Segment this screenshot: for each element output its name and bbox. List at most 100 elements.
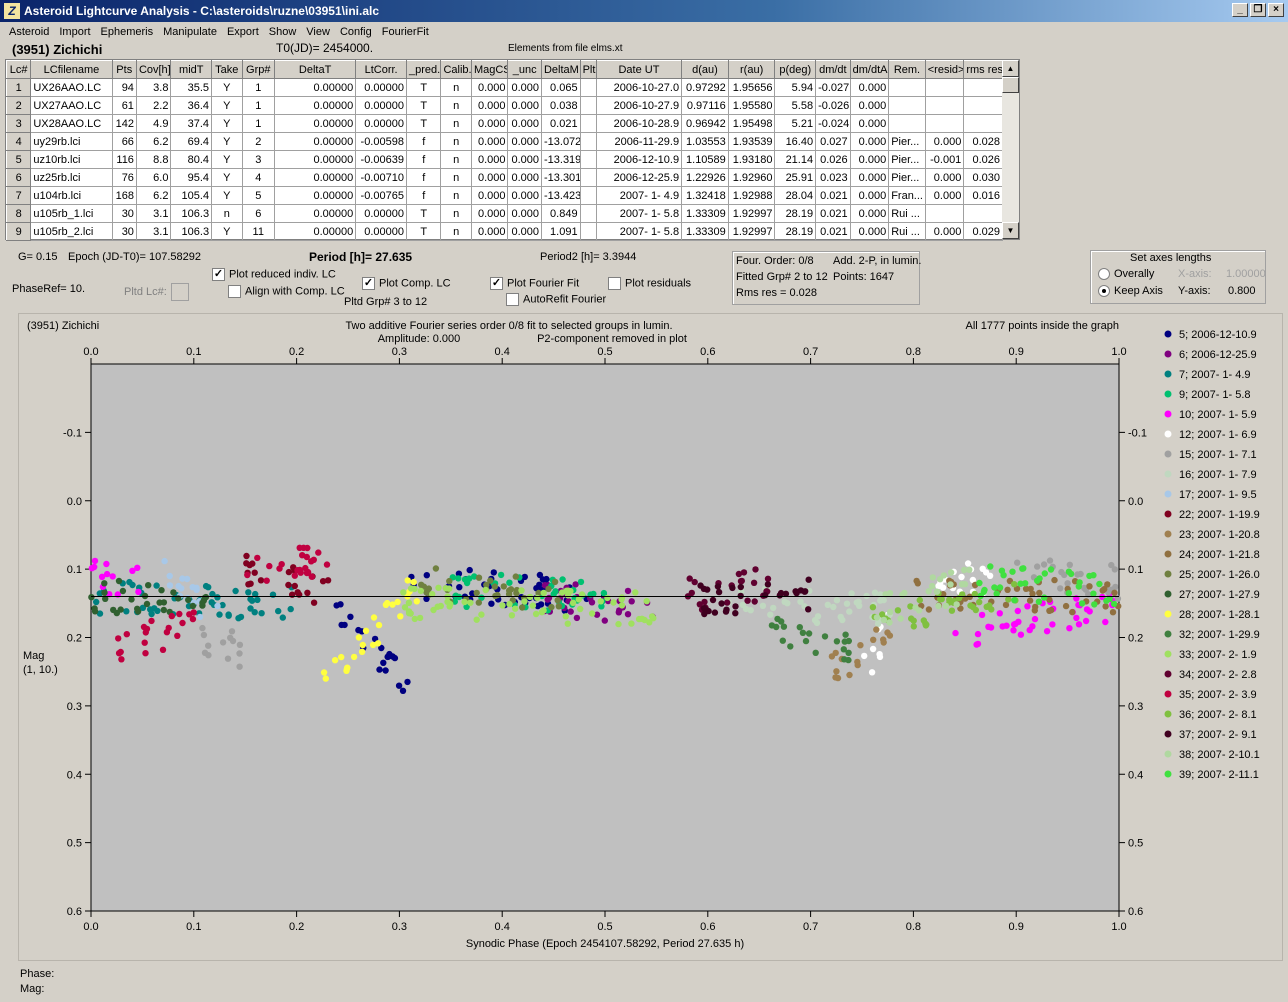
- table-cell[interactable]: 0.97292: [681, 78, 729, 97]
- y-axis-value[interactable]: 0.800: [1228, 285, 1256, 297]
- x-axis-value[interactable]: 1.00000: [1226, 268, 1266, 280]
- table-cell[interactable]: 25.91: [774, 168, 817, 187]
- table-cell[interactable]: 0.000: [470, 114, 509, 133]
- table-cell[interactable]: u104rb.lci: [30, 186, 113, 205]
- phaseref-label[interactable]: PhaseRef= 10.: [12, 283, 85, 295]
- table-cell[interactable]: 5.21: [774, 114, 817, 133]
- table-cell[interactable]: [924, 96, 965, 115]
- table-cell[interactable]: [924, 78, 965, 97]
- table-cell[interactable]: 80.4: [170, 150, 213, 169]
- table-cell[interactable]: 0.000: [849, 96, 890, 115]
- table-cell[interactable]: 0.00000: [355, 114, 407, 133]
- table-cell[interactable]: -13.319: [540, 150, 581, 169]
- table-cell[interactable]: 0.000: [507, 186, 542, 205]
- table-cell[interactable]: 1.95580: [727, 96, 776, 115]
- table-cell[interactable]: Fran...: [888, 186, 926, 205]
- table-cell[interactable]: -0.00598: [355, 132, 407, 151]
- autorefit-checkbox[interactable]: AutoRefit Fourier: [506, 293, 606, 306]
- menu-import[interactable]: Import: [54, 26, 95, 38]
- scroll-thumb[interactable]: [1002, 77, 1019, 93]
- table-cell[interactable]: 0.000: [849, 204, 890, 223]
- table-cell[interactable]: 61: [111, 96, 137, 115]
- table-cell[interactable]: 21.14: [774, 150, 817, 169]
- table-cell[interactable]: 1.32418: [681, 186, 729, 205]
- table-cell[interactable]: -0.001: [924, 150, 965, 169]
- table-cell[interactable]: 0.000: [470, 186, 509, 205]
- table-cell[interactable]: n: [440, 222, 472, 241]
- table-cell[interactable]: 1.92988: [727, 186, 776, 205]
- table-cell[interactable]: -0.00710: [355, 168, 407, 187]
- table-cell[interactable]: [579, 114, 597, 133]
- table-cell[interactable]: T: [405, 114, 442, 133]
- table-cell[interactable]: 0.00000: [273, 186, 357, 205]
- column-header[interactable]: MagCS: [470, 60, 509, 79]
- table-cell[interactable]: -13.301: [540, 168, 581, 187]
- table-cell[interactable]: 0.000: [507, 204, 542, 223]
- restore-button[interactable]: ❐: [1250, 3, 1266, 17]
- table-cell[interactable]: 0.00000: [273, 132, 357, 151]
- column-header[interactable]: DeltaT: [273, 60, 357, 79]
- table-cell[interactable]: 0.000: [924, 222, 965, 241]
- table-cell[interactable]: [924, 114, 965, 133]
- column-header[interactable]: midT: [170, 60, 213, 79]
- table-cell[interactable]: f: [405, 168, 442, 187]
- table-cell[interactable]: Pier...: [888, 132, 926, 151]
- column-header[interactable]: LtCorr.: [355, 60, 407, 79]
- table-cell[interactable]: Pier...: [888, 168, 926, 187]
- table-cell[interactable]: 1: [5, 78, 32, 97]
- table-cell[interactable]: 5.58: [774, 96, 817, 115]
- table-cell[interactable]: f: [405, 186, 442, 205]
- table-cell[interactable]: 2006-10-28.9: [595, 114, 683, 133]
- table-cell[interactable]: 1.33309: [681, 204, 729, 223]
- table-cell[interactable]: [963, 114, 1003, 133]
- table-cell[interactable]: 0.000: [507, 150, 542, 169]
- table-cell[interactable]: 106.3: [170, 222, 213, 241]
- period2-label[interactable]: Period2 [h]= 3.3944: [540, 251, 636, 263]
- table-cell[interactable]: 8.8: [135, 150, 172, 169]
- table-cell[interactable]: 28.19: [774, 222, 817, 241]
- checkbox-icon[interactable]: ✓: [362, 277, 375, 290]
- table-cell[interactable]: 0.849: [540, 204, 581, 223]
- pltd-lc-spinner[interactable]: [171, 283, 189, 301]
- table-cell[interactable]: [924, 204, 965, 223]
- checkbox-icon[interactable]: [228, 285, 241, 298]
- table-cell[interactable]: -0.026: [815, 96, 851, 115]
- table-cell[interactable]: 1.95498: [727, 114, 776, 133]
- table-cell[interactable]: 1.92997: [727, 204, 776, 223]
- table-cell[interactable]: [579, 150, 597, 169]
- table-cell[interactable]: 28.19: [774, 204, 817, 223]
- table-cell[interactable]: 0.00000: [273, 168, 357, 187]
- table-cell[interactable]: 0.000: [507, 168, 542, 187]
- column-header[interactable]: Take: [211, 60, 243, 79]
- table-row[interactable]: 7 u104rb.lci 168 6.2 105.4 Y 5 0.00000 -0.00765 f…: [5, 186, 1003, 205]
- column-header[interactable]: d(au): [681, 60, 729, 79]
- table-cell[interactable]: Y: [211, 114, 243, 133]
- table-cell[interactable]: n: [440, 168, 472, 187]
- table-cell[interactable]: [579, 132, 597, 151]
- column-header[interactable]: Lc#: [5, 60, 32, 79]
- table-cell[interactable]: 106.3: [170, 204, 213, 223]
- table-cell[interactable]: 2006-10-27.9: [595, 96, 683, 115]
- table-cell[interactable]: [888, 96, 926, 115]
- table-cell[interactable]: 116: [111, 150, 137, 169]
- menu-manipulate[interactable]: Manipulate: [158, 26, 222, 38]
- table-cell[interactable]: 1.33309: [681, 222, 729, 241]
- table-cell[interactable]: 0.00000: [355, 222, 407, 241]
- column-header[interactable]: <resid>: [924, 60, 965, 79]
- table-cell[interactable]: 0.00000: [273, 114, 357, 133]
- menu-export[interactable]: Export: [222, 26, 264, 38]
- table-cell[interactable]: 2.2: [135, 96, 172, 115]
- menu-ephemeris[interactable]: Ephemeris: [96, 26, 159, 38]
- table-cell[interactable]: 11: [241, 222, 276, 241]
- column-header[interactable]: _pred.: [405, 60, 442, 79]
- scroll-down-icon[interactable]: ▼: [1002, 222, 1019, 239]
- table-cell[interactable]: 0.00000: [355, 204, 407, 223]
- table-cell[interactable]: 36.4: [170, 96, 213, 115]
- lightcurve-plot[interactable]: (3951) Zichichi Two additive Fourier seri…: [19, 314, 1284, 962]
- plot-reduced-checkbox[interactable]: ✓ Plot reduced indiv. LC: [212, 268, 336, 281]
- plot-residuals-checkbox[interactable]: Plot residuals: [608, 277, 691, 290]
- table-cell[interactable]: 0.000: [849, 168, 890, 187]
- table-cell[interactable]: n: [440, 132, 472, 151]
- table-cell[interactable]: 0.000: [470, 222, 509, 241]
- table-cell[interactable]: Rui ...: [888, 204, 926, 223]
